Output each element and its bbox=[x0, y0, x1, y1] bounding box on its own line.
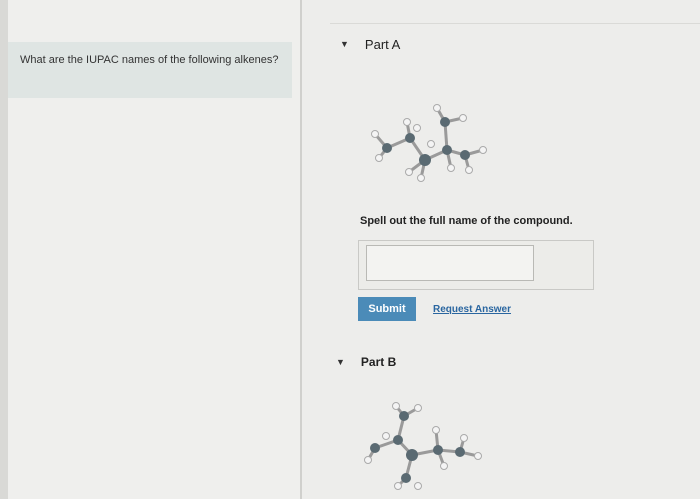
chevron-down-icon[interactable]: ▼ bbox=[336, 357, 345, 367]
part-b-header[interactable]: ▼ Part B bbox=[336, 350, 396, 374]
submit-button[interactable]: Submit bbox=[358, 297, 416, 321]
molecule-b-image bbox=[364, 402, 482, 490]
part-b-label: Part B bbox=[360, 355, 397, 369]
request-answer-link[interactable]: Request Answer bbox=[433, 304, 511, 315]
part-a-header[interactable]: ▼ Part A bbox=[340, 32, 400, 56]
answer-input[interactable] bbox=[366, 245, 534, 281]
molecule-a-image bbox=[371, 104, 487, 182]
question-box: What are the IUPAC names of the followin… bbox=[8, 42, 292, 98]
part-divider bbox=[330, 23, 700, 24]
part-a-label: Part A bbox=[364, 36, 401, 52]
chevron-down-icon[interactable]: ▼ bbox=[340, 39, 349, 49]
part-a-prompt: Spell out the full name of the compound. bbox=[360, 215, 573, 227]
question-text: What are the IUPAC names of the followin… bbox=[20, 54, 279, 66]
